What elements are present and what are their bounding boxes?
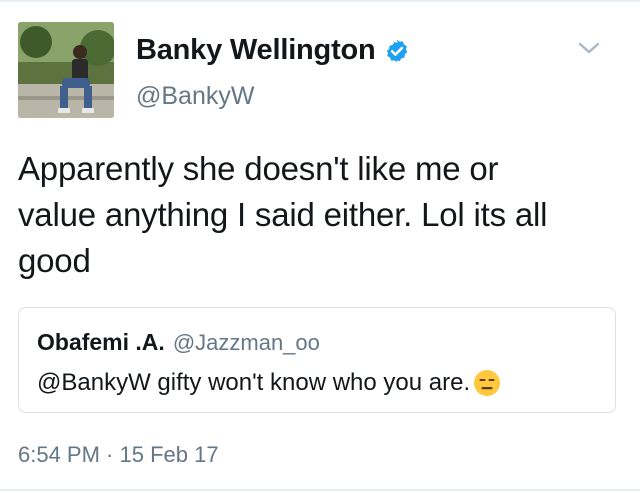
author-handle[interactable]: @BankyW bbox=[136, 82, 254, 111]
quoted-tweet-header: Obafemi .A. @Jazzman_oo bbox=[37, 329, 320, 356]
quoted-tweet-card[interactable]: Obafemi .A. @Jazzman_oo @BankyW gifty wo… bbox=[18, 307, 616, 413]
author-name[interactable]: Banky Wellington bbox=[136, 34, 376, 67]
quoted-tweet-text: @BankyW gifty won't know who you are. bbox=[37, 369, 471, 396]
quoted-author-name: Obafemi .A. bbox=[37, 329, 165, 355]
tweet-timestamp[interactable]: 6:54 PM · 15 Feb 17 bbox=[18, 442, 219, 468]
author-name-row[interactable]: Banky Wellington bbox=[136, 34, 410, 67]
top-divider bbox=[0, 0, 640, 2]
verified-badge-icon bbox=[386, 39, 407, 62]
tweet-line: Apparently she doesn't like me or bbox=[18, 150, 499, 187]
bottom-divider bbox=[0, 489, 640, 491]
quoted-tweet-text-row: @BankyW gifty won't know who you are. bbox=[37, 368, 502, 398]
avatar[interactable] bbox=[18, 22, 114, 118]
quoted-author-handle: @Jazzman_oo bbox=[172, 330, 320, 355]
avatar-photo bbox=[18, 22, 114, 118]
tweet-line: good bbox=[18, 242, 91, 279]
tweet-text: Apparently she doesn't like me or value … bbox=[18, 146, 618, 284]
tweet-line: value anything I said either. Lol its al… bbox=[18, 196, 548, 233]
chevron-down-icon[interactable] bbox=[576, 38, 602, 58]
expressionless-face-emoji bbox=[474, 370, 501, 396]
